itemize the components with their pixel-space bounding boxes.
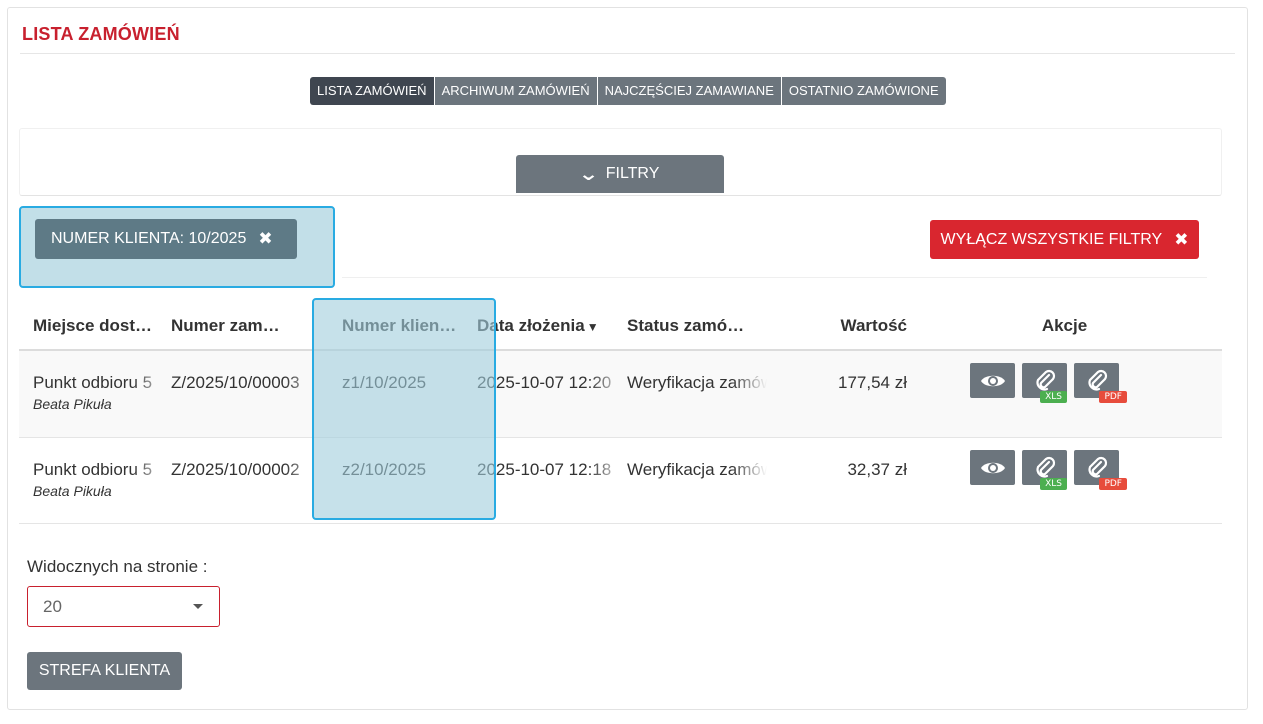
clear-all-filters-label: WYŁĄCZ WSZYSTKIE FILTRY [940,230,1163,248]
download-xls-button[interactable]: XLS [1022,363,1067,403]
paperclip-icon [1035,369,1055,391]
table-row: Punkt odbioru 5 Beata Pikuła Z/2025/10/0… [19,438,1222,524]
active-filter-label: NUMER KLIENTA: 10/2025 [51,230,247,247]
cell-place: Punkt odbioru 5 Beata Pikuła [19,438,171,523]
column-header-status[interactable]: Status zamó… [627,316,767,336]
table-row: Punkt odbioru 5 Beata Pikuła Z/2025/10/0… [19,351,1222,438]
filter-divider [342,277,1207,278]
filters-toggle-button[interactable]: ⌄ FILTRY [516,155,724,193]
chevron-down-icon: ⌄ [577,163,599,184]
xls-badge: XLS [1040,391,1067,403]
person-name: Beata Pikuła [33,483,112,499]
caret-down-icon [193,604,203,609]
cell-order-number: Z/2025/10/00002 [171,460,300,479]
cell-actions: XLS PDF [907,438,1222,523]
page-title: LISTA ZAMÓWIEŃ [22,24,180,44]
place-text: Punkt odbioru 5 [33,460,153,479]
orders-tabs: LISTA ZAMÓWIEŃ ARCHIWUM ZAMÓWIEŃ NAJCZĘŚ… [310,77,946,105]
column-header-order-number[interactable]: Numer zam… [171,316,323,336]
cell-status: Weryfikacja zamówienia [627,373,767,392]
paperclip-icon [1035,456,1055,478]
cell-date: 2025-10-07 12:18 [477,460,612,479]
cell-client-number: z1/10/2025 [342,373,427,392]
per-page-label: Widocznych na stronie : [27,557,208,576]
filters-toggle-label: FILTRY [605,165,660,182]
tab-ostatnio-zamowione[interactable]: OSTATNIO ZAMÓWIONE [781,77,946,105]
per-page-select[interactable]: 20 [27,586,220,627]
download-xls-button[interactable]: XLS [1022,450,1067,490]
column-header-place[interactable]: Miejsce dost… [19,316,171,336]
person-name: Beata Pikuła [33,396,112,412]
title-divider [20,53,1235,54]
close-icon[interactable]: ✖ [258,229,272,249]
client-zone-button[interactable]: STREFA KLIENTA [27,652,182,690]
cell-value: 32,37 zł [847,460,907,479]
column-header-client-number[interactable]: Numer klien… [323,316,475,336]
download-pdf-button[interactable]: PDF [1074,363,1127,403]
column-header-date[interactable]: Data złożenia ▼ [475,316,627,336]
cell-date: 2025-10-07 12:20 [477,373,612,392]
tab-archiwum-zamowien[interactable]: ARCHIWUM ZAMÓWIEŃ [434,77,598,105]
cell-client-number: z2/10/2025 [342,460,427,479]
clear-all-filters-button[interactable]: WYŁĄCZ WSZYSTKIE FILTRY ✖ [930,220,1199,259]
view-order-button[interactable] [970,450,1015,485]
pdf-badge: PDF [1099,391,1127,403]
cell-actions: XLS PDF [907,351,1222,437]
table-header: Miejsce dost… Numer zam… Numer klien… Da… [19,303,1222,351]
active-filter-chip[interactable]: NUMER KLIENTA: 10/2025 ✖ [35,219,297,259]
place-text: Punkt odbioru 5 [33,373,153,392]
cell-status: Weryfikacja zamówienia [627,460,767,479]
eye-icon [980,462,1005,473]
column-header-date-label: Data złożenia [477,316,585,335]
orders-table: Miejsce dost… Numer zam… Numer klien… Da… [19,303,1222,524]
close-icon: ✖ [1174,229,1189,249]
tab-lista-zamowien[interactable]: LISTA ZAMÓWIEŃ [310,77,435,105]
tab-najczesciej-zamawiane[interactable]: NAJCZĘŚCIEJ ZAMAWIANE [597,77,782,105]
download-pdf-button[interactable]: PDF [1074,450,1127,490]
cell-value: 177,54 zł [838,373,907,392]
pdf-badge: PDF [1099,478,1127,490]
eye-icon [980,375,1005,386]
per-page-value: 20 [43,596,62,616]
sort-desc-icon: ▼ [586,320,599,334]
column-header-actions: Akcje [1041,316,1088,335]
paperclip-icon [1087,456,1107,478]
column-header-value[interactable]: Wartość [767,316,907,336]
xls-badge: XLS [1040,478,1067,490]
cell-place: Punkt odbioru 5 Beata Pikuła [19,351,171,437]
cell-order-number: Z/2025/10/00003 [171,373,300,392]
view-order-button[interactable] [970,363,1015,398]
paperclip-icon [1087,369,1107,391]
